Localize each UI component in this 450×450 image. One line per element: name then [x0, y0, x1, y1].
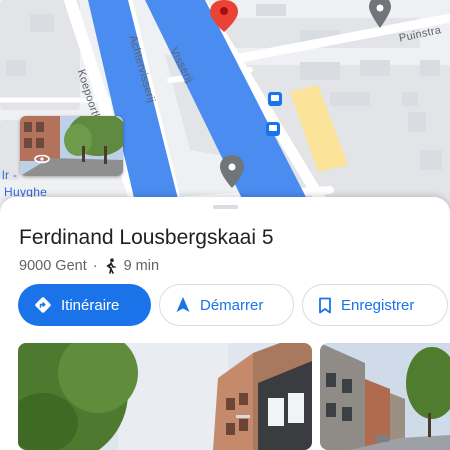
- start-button[interactable]: Démarrer: [159, 284, 294, 326]
- save-label: Enregistrer: [341, 296, 415, 314]
- place-title: Ferdinand Lousbergskaai 5: [19, 226, 274, 249]
- bus-stop-icon[interactable]: [266, 122, 280, 136]
- street-view-icon: [34, 154, 50, 164]
- directions-icon: [35, 297, 51, 313]
- walking-icon: [106, 258, 116, 274]
- place-photo[interactable]: [320, 343, 450, 450]
- walk-time: 9 min: [123, 258, 160, 274]
- place-photo[interactable]: [18, 343, 312, 450]
- start-label: Démarrer: [200, 296, 264, 314]
- place-sheet: Ferdinand Lousbergskaai 5 9000 Gent · 9 …: [0, 197, 450, 450]
- sheet-drag-handle[interactable]: [213, 205, 238, 209]
- meta-separator: ·: [92, 258, 98, 274]
- place-meta: 9000 Gent · 9 min: [19, 258, 159, 274]
- map-label-fragment: lr -: [2, 168, 18, 182]
- directions-label: Itinéraire: [61, 296, 120, 314]
- directions-button[interactable]: Itinéraire: [18, 284, 151, 326]
- street-view-thumbnail[interactable]: [20, 116, 123, 176]
- bus-stop-icon[interactable]: [268, 92, 282, 106]
- map-view[interactable]: Koepoortk Achtervisserij Visserij Puinst…: [0, 0, 450, 215]
- bookmark-icon: [319, 297, 331, 313]
- save-button[interactable]: Enregistrer: [302, 284, 448, 326]
- place-postcode-city: 9000 Gent: [19, 258, 87, 274]
- map-canvas[interactable]: [0, 0, 450, 215]
- navigation-arrow-icon: [176, 297, 190, 312]
